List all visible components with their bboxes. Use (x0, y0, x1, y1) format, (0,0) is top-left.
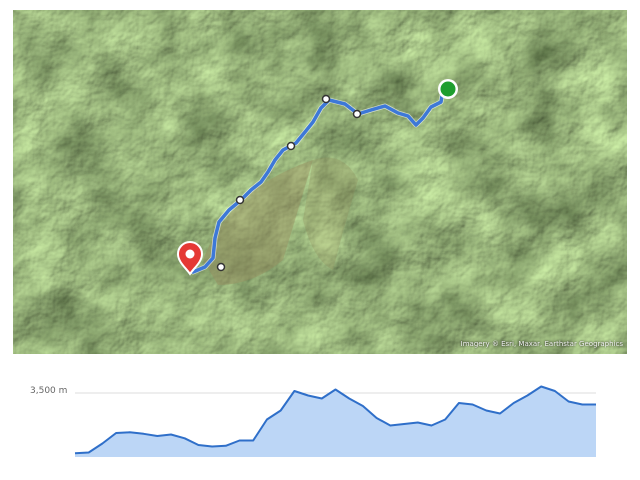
elevation-area (75, 386, 596, 457)
waypoint[interactable] (352, 109, 362, 119)
waypoint[interactable] (286, 141, 296, 151)
elevation-profile-chart[interactable] (0, 360, 640, 480)
waypoint[interactable] (216, 262, 226, 272)
imagery-attribution: Imagery ® Esri, Maxar, Earthstar Geograp… (460, 340, 623, 348)
waypoint[interactable] (321, 94, 331, 104)
start-marker-icon[interactable] (438, 79, 458, 99)
waypoint[interactable] (235, 195, 245, 205)
map-imagery[interactable] (13, 10, 627, 354)
satellite-map[interactable]: Imagery ® Esri, Maxar, Earthstar Geograp… (13, 10, 627, 354)
